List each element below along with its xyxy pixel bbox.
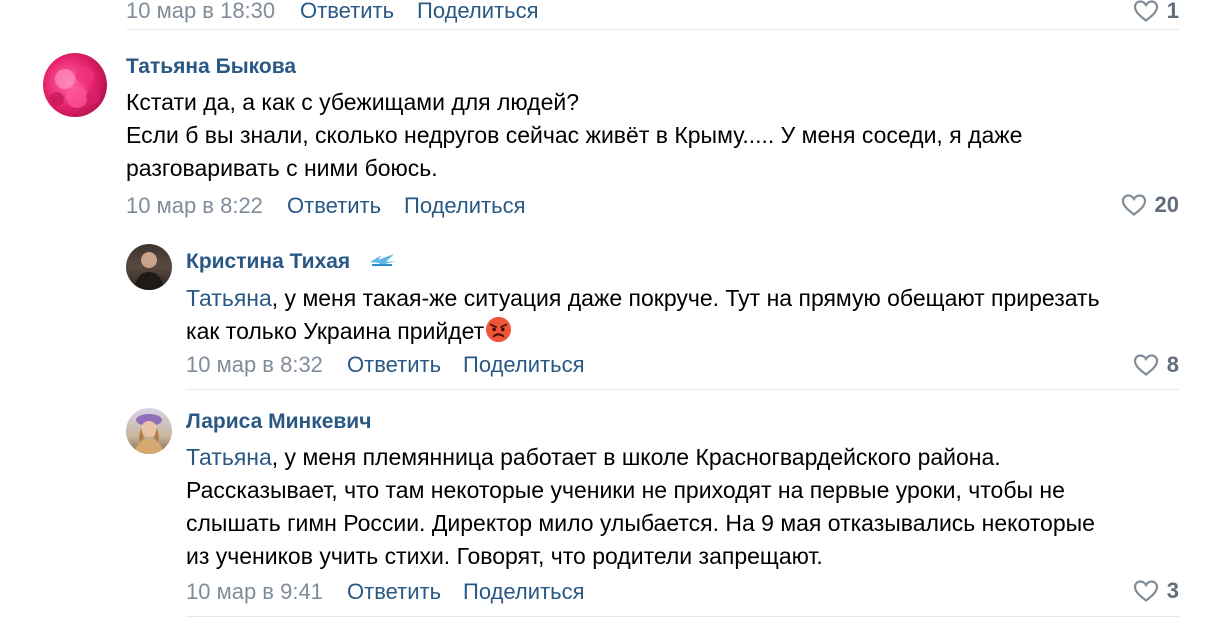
like-button[interactable]: 8 [1133, 352, 1179, 378]
like-button[interactable]: 20 [1121, 192, 1179, 218]
person-photo-icon [134, 252, 164, 290]
comment-text-line: , у меня такая-же ситуация даже покруче.… [271, 285, 1100, 311]
comment-time: 10 мар в 9:41 [186, 579, 323, 604]
heart-icon [1121, 194, 1146, 216]
mention-link[interactable]: Татьяна [186, 444, 272, 470]
heart-icon [1133, 354, 1158, 376]
roses-photo-icon [50, 66, 100, 108]
divider [186, 389, 1179, 390]
share-button[interactable]: Поделиться [463, 352, 584, 378]
comment-author[interactable]: Татьяна Быкова [126, 55, 296, 79]
share-button[interactable]: Поделиться [417, 0, 538, 24]
comment-text-line: Кстати да, а как с убежищами для людей? [126, 89, 580, 115]
like-count: 20 [1154, 192, 1179, 217]
comment-text-line: как только Украина прийдет [186, 318, 485, 344]
avatar[interactable] [126, 408, 172, 454]
comment-text: Татьяна, у меня племянница работает в шк… [186, 441, 1196, 573]
comment-time: 10 мар в 8:22 [126, 193, 263, 218]
like-button[interactable]: 1 [1133, 0, 1179, 24]
divider [126, 29, 1179, 30]
comment-text-line: разговаривать с ними боюсь. [126, 155, 438, 181]
comment-author[interactable]: Лариса Минкевич [186, 410, 371, 434]
heart-icon [1133, 580, 1158, 602]
comment-text-line: из учеников учить стихи. Говорят, что ро… [186, 543, 823, 569]
divider [186, 616, 1179, 617]
comment-text-line: , у меня племянница работает в школе Кра… [271, 444, 1001, 470]
person-photo-icon [134, 414, 164, 454]
reply-button[interactable]: Ответить [287, 193, 381, 219]
comment-text-line: Если б вы знали, сколько недругов сейчас… [126, 122, 1023, 148]
comment-text-line: слышать гимн России. Директор мило улыба… [186, 510, 1095, 536]
share-button[interactable]: Поделиться [463, 579, 584, 605]
mention-link[interactable]: Татьяна [186, 285, 272, 311]
heart-icon [1133, 0, 1158, 22]
comment-text: Кстати да, а как с убежищами для людей? … [126, 86, 1126, 185]
comment-author[interactable]: Кристина Тихая [186, 250, 350, 274]
like-count: 8 [1166, 352, 1179, 377]
reply-button[interactable]: Ответить [300, 0, 394, 24]
comment-time: 10 мар в 18:30 [126, 0, 276, 23]
comment-text-line: Рассказывает, что там некоторые ученики … [186, 477, 1065, 503]
like-count: 3 [1166, 578, 1179, 603]
comment-text: Татьяна, у меня такая-же ситуация даже п… [186, 282, 1186, 348]
comment-time: 10 мар в 8:32 [186, 352, 323, 377]
share-button[interactable]: Поделиться [404, 193, 525, 219]
reply-button[interactable]: Ответить [347, 352, 441, 378]
angry-face-emoji [486, 316, 512, 343]
reply-button[interactable]: Ответить [347, 579, 441, 605]
like-button[interactable]: 3 [1133, 578, 1179, 604]
avatar[interactable] [126, 244, 172, 290]
zenit-badge-icon [370, 254, 396, 267]
avatar[interactable] [43, 53, 107, 117]
like-count: 1 [1166, 0, 1179, 23]
